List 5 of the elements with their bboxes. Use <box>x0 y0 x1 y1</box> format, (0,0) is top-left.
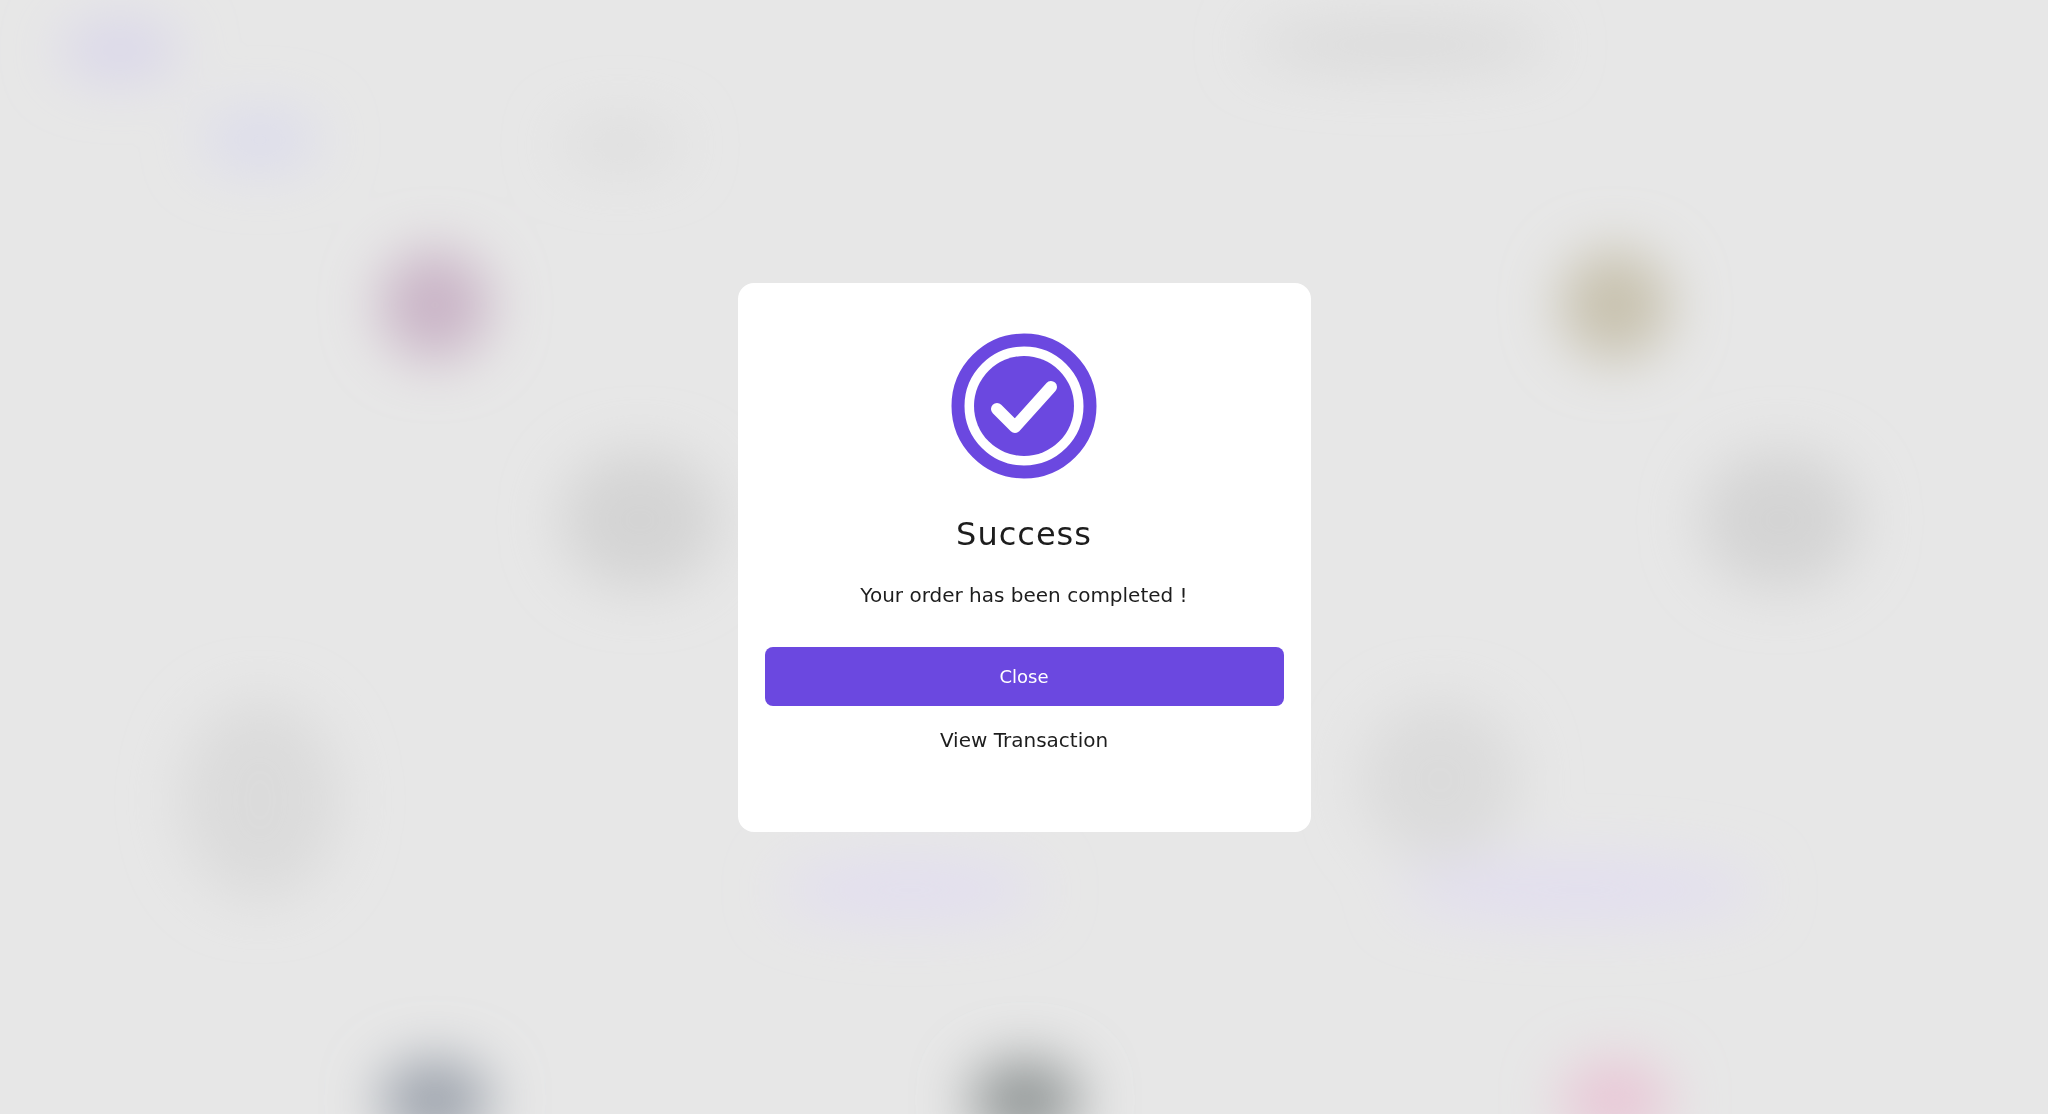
close-button[interactable]: Close <box>764 647 1284 706</box>
dialog-title: Success <box>956 515 1092 553</box>
dialog-message: Your order has been completed ! <box>860 583 1188 607</box>
view-transaction-link[interactable]: View Transaction <box>939 728 1109 752</box>
checkmark-icon <box>951 333 1097 479</box>
